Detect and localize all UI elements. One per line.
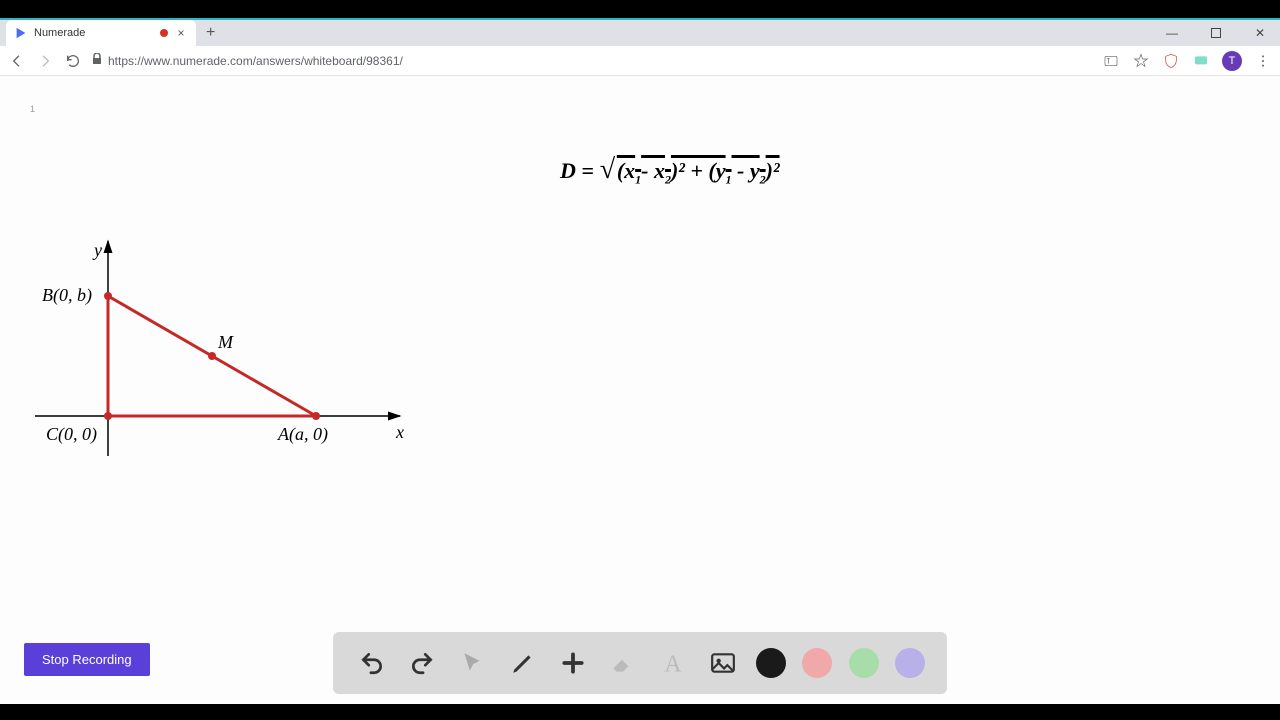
translate-icon[interactable] [1102,52,1120,70]
svg-text:A: A [664,652,682,676]
forward-button[interactable] [36,52,54,70]
tab-favicon-icon [14,26,28,40]
drawing-toolbar: A [333,632,947,694]
new-tab-button[interactable]: + [206,24,215,42]
address-bar: https://www.numerade.com/answers/whitebo… [0,46,1280,76]
color-red[interactable] [802,648,832,678]
distance-formula: D = √(x1- x2)² + (y1 - y2)² [560,154,780,187]
url-text: https://www.numerade.com/answers/whitebo… [108,54,403,68]
bookmark-icon[interactable] [1132,52,1150,70]
lock-icon [92,53,102,68]
page-content: 1 y x B(0, b) C(0, 0) [0,76,1280,704]
color-purple[interactable] [895,648,925,678]
redo-button[interactable] [405,646,439,680]
point-b-label: B(0, b) [42,285,92,306]
browser-tab[interactable]: Numerade × [6,20,196,46]
add-tool[interactable] [556,646,590,680]
color-green[interactable] [849,648,879,678]
point-a-label: A(a, 0) [277,424,328,445]
close-window-button[interactable]: ✕ [1246,23,1274,43]
browser-window: Numerade × + — ✕ https://www.numerade.co… [0,20,1280,704]
tab-close-button[interactable]: × [174,26,188,40]
profile-avatar[interactable]: T [1222,51,1242,71]
color-black[interactable] [756,648,786,678]
y-axis-label: y [92,240,102,260]
point-c-label: C(0, 0) [46,424,97,445]
image-tool[interactable] [706,646,740,680]
minimize-button[interactable]: — [1158,23,1186,43]
reload-button[interactable] [64,52,82,70]
tab-title: Numerade [34,27,154,39]
recording-icon [160,29,168,37]
x-axis-label: x [395,422,404,442]
eraser-tool[interactable] [606,646,640,680]
maximize-button[interactable] [1202,23,1230,43]
stop-recording-button[interactable]: Stop Recording [24,643,150,676]
whiteboard-canvas[interactable]: y x B(0, b) C(0, 0) A(a, 0) M D = √(x1- … [0,76,1280,704]
pen-tool[interactable] [506,646,540,680]
back-button[interactable] [8,52,26,70]
point-m-label: M [217,332,234,352]
tab-bar: Numerade × + — ✕ [0,20,1280,46]
extension-shield-icon[interactable] [1162,52,1180,70]
undo-button[interactable] [355,646,389,680]
pointer-tool[interactable] [455,646,489,680]
window-controls: — ✕ [1158,20,1274,46]
menu-icon[interactable] [1254,52,1272,70]
url-input[interactable]: https://www.numerade.com/answers/whitebo… [92,53,1092,68]
extension-screen-icon[interactable] [1192,52,1210,70]
text-tool[interactable]: A [656,646,690,680]
coordinate-graph: y x B(0, b) C(0, 0) A(a, 0) M [20,156,440,466]
